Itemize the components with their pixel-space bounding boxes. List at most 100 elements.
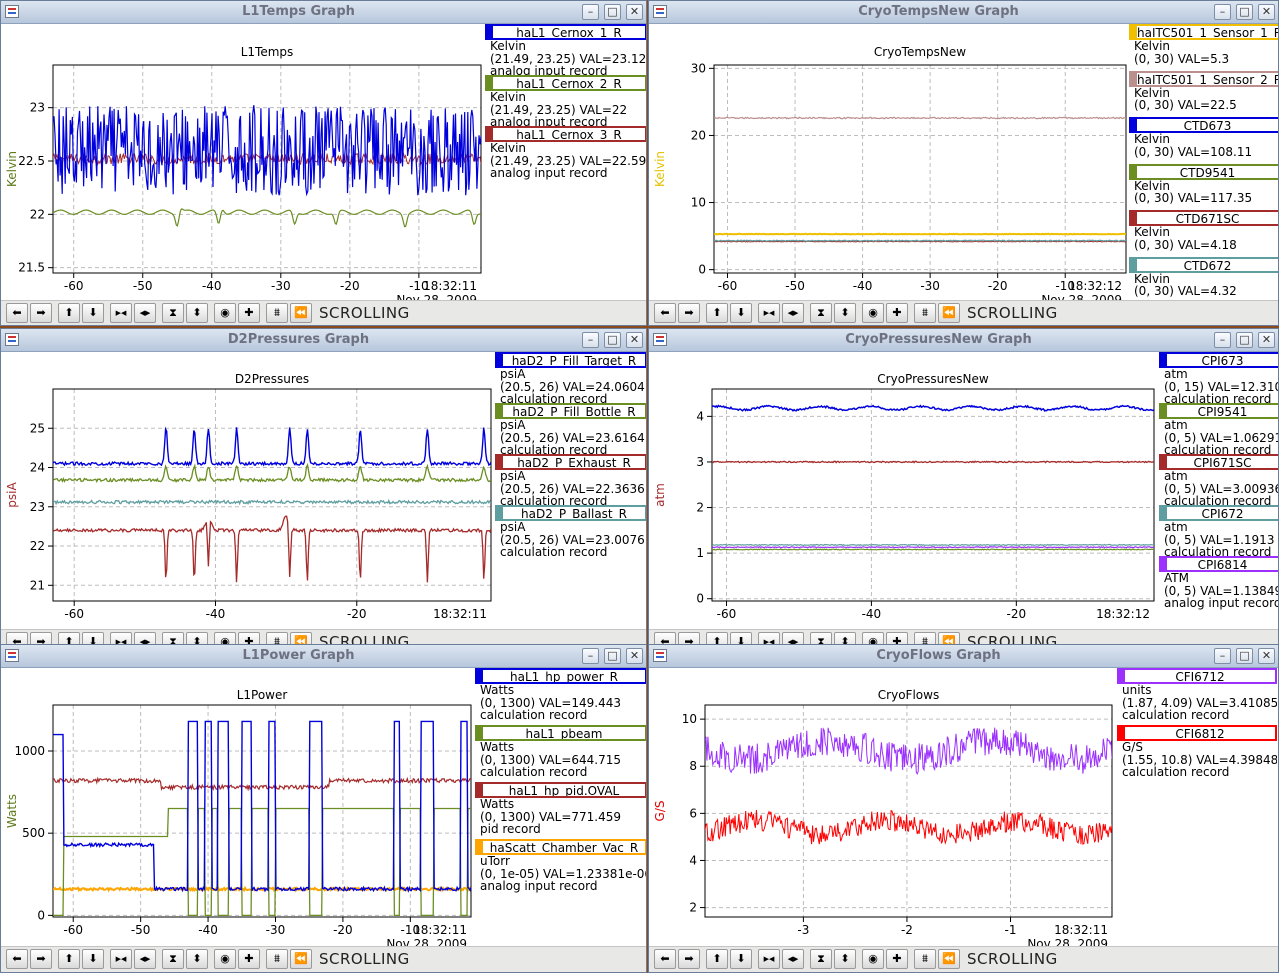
plot-area[interactable]: L1Temps-60 -50 -40 -30 -20 -102322.52221.518:… [1,23,485,301]
scrolling-mode-label[interactable]: SCROLLING [967,304,1058,322]
legend-item[interactable]: haL1_hp_power_R Watts (0, 1300) VAL=149.44… [475,668,646,725]
scrolling-mode-label[interactable]: SCROLLING [319,304,410,322]
legend-item[interactable]: CPI672 atm (0, 5) VAL=1.1913 calculation re… [1159,505,1278,558]
compress-vertical-icon[interactable]: ⧗ [162,303,184,323]
legend-item[interactable]: CFI6712 units (1.87, 4.09) VAL=3.41085 calc… [1117,668,1277,725]
window-titlebar[interactable]: D2Pressures Graph – □ ✕ [1,329,646,352]
legend-series-name[interactable]: haL1_pbeam [475,725,646,741]
legend-item[interactable]: CPI671SC atm (0, 5) VAL=3.00936 calculation… [1159,454,1278,507]
window-titlebar[interactable]: CryoTempsNew Graph – □ ✕ [649,1,1278,24]
legend-item[interactable]: CPI673 atm (0, 15) VAL=12.3107 calculation … [1159,352,1278,405]
legend-item[interactable]: haD2_P_Exhaust_R psiA (20.5, 26) VAL=22.36… [495,454,646,507]
compress-horizontal-icon[interactable]: ▶◀ [110,949,132,969]
graph-window[interactable]: CryoTempsNew Graph – □ ✕ CryoTempsNew -60 -50 -… [648,0,1279,326]
step-back-icon[interactable]: ⏪ [938,303,960,323]
legend-series-name[interactable]: CPI6814 [1159,556,1278,572]
app-graph-icon[interactable] [5,333,19,346]
close-icon[interactable]: ✕ [1258,648,1275,664]
window-titlebar[interactable]: CryoPressuresNew Graph – □ ✕ [649,329,1278,352]
legend-series-name[interactable]: haL1_Cernox_2_R [485,75,646,91]
close-icon[interactable]: ✕ [1258,332,1275,348]
legend-item[interactable]: haITC501_1_Sensor_2_R Kelvin (0, 30) VAL=2… [1129,70,1278,118]
arrow-down-icon[interactable]: ⬇ [730,949,752,969]
app-graph-icon[interactable] [5,5,19,18]
arrow-up-icon[interactable]: ⬆ [58,303,80,323]
window-titlebar[interactable]: L1Power Graph – □ ✕ [1,645,646,668]
window-titlebar[interactable]: CryoFlows Graph – □ ✕ [649,645,1278,668]
legend-series-name[interactable]: CTD671SC [1129,210,1278,226]
legend-item[interactable]: CFI6812 G/S (1.55, 10.8) VAL=4.39848 calcul… [1117,725,1277,782]
plot-area[interactable]: L1Power-60 -50 -40 -30 -20 -101000500018:32:1… [1,667,475,948]
compress-vertical-icon[interactable]: ⧗ [810,949,832,969]
arrow-left-icon[interactable]: ⬅ [6,949,28,969]
legend-series-name[interactable]: haD2_P_Fill_Bottle_R [495,403,646,419]
legend-item[interactable]: haL1_hp_pid.OVAL Watts (0, 1300) VAL=771.4… [475,782,646,839]
legend-item[interactable]: CTD671SC Kelvin (0, 30) VAL=4.18 [1129,210,1278,257]
legend-item[interactable]: CTD672 Kelvin (0, 30) VAL=4.32 [1129,256,1278,300]
legend-series-name[interactable]: haL1_hp_pid.OVAL [475,782,646,798]
arrow-up-icon[interactable]: ⬆ [706,949,728,969]
legend-series-name[interactable]: CTD9541 [1129,163,1278,180]
close-icon[interactable]: ✕ [626,648,643,664]
add-icon[interactable]: ✚ [238,303,260,323]
legend-series-name[interactable]: CPI673 [1159,352,1278,368]
graph-window[interactable]: CryoFlows Graph – □ ✕ CryoFlows -3 -2 -1 10 8 6 4 2 1… [648,644,1279,973]
plot-area[interactable]: D2Pressures-60-40-20252423222118:32:11No… [1,351,495,621]
window-titlebar[interactable]: L1Temps Graph – □ ✕ [1,1,646,24]
record-icon[interactable]: ◉ [862,303,884,323]
legend-series-name[interactable]: haITC501_1_Sensor_1_R [1129,24,1278,40]
legend-item[interactable]: CPI9541 atm (0, 5) VAL=1.06291 calculation … [1159,403,1278,456]
arrow-down-icon[interactable]: ⬇ [82,303,104,323]
arrow-right-icon[interactable]: ➡ [30,949,52,969]
plot-area[interactable]: CryoFlows-3 -2 -110864218:32:11Nov 28, 200… [649,667,1117,948]
minimize-icon[interactable]: – [582,648,599,664]
arrow-left-icon[interactable]: ⬅ [654,949,676,969]
plot-area[interactable]: CryoPressuresNew-60-40-204321018:32:12No… [649,351,1159,621]
legend-series-name[interactable]: haL1_hp_power_R [475,668,646,684]
legend-item[interactable]: haL1_Cernox_3_R Kelvin (21.49, 23.25) VAL=… [485,126,646,179]
close-icon[interactable]: ✕ [626,332,643,348]
legend-series-name[interactable]: haITC501_1_Sensor_2_R [1129,70,1278,87]
record-icon[interactable]: ◉ [214,303,236,323]
scrolling-mode-label[interactable]: SCROLLING [319,950,410,968]
step-back-icon[interactable]: ⏪ [290,949,312,969]
legend-item[interactable]: haL1_Cernox_1_R Kelvin (21.49, 23.25) VAL=… [485,24,646,77]
compress-horizontal-icon[interactable]: ▶◀ [110,303,132,323]
graph-window[interactable]: CryoPressuresNew Graph – □ ✕ CryoPressuresNe… [648,328,1279,646]
app-graph-icon[interactable] [653,649,667,662]
record-icon[interactable]: ◉ [862,949,884,969]
minimize-icon[interactable]: – [1214,332,1231,348]
arrow-up-icon[interactable]: ⬆ [58,949,80,969]
compress-horizontal-icon[interactable]: ▶◀ [758,303,780,323]
legend-item[interactable]: haScatt_Chamber_Vac_R uTorr (0, 1e-05) VAL… [475,839,646,896]
legend-item[interactable]: haD2_P_Fill_Bottle_R psiA (20.5, 26) VAL=2… [495,403,646,456]
add-icon[interactable]: ✚ [886,303,908,323]
compress-vertical-icon[interactable]: ⧗ [162,949,184,969]
legend-series-name[interactable]: haL1_Cernox_1_R [485,24,646,40]
arrow-right-icon[interactable]: ➡ [678,949,700,969]
legend-series-name[interactable]: CFI6812 [1117,725,1277,741]
autoscale-icon[interactable]: ⩩ [914,949,936,969]
record-icon[interactable]: ◉ [214,949,236,969]
graph-window[interactable]: L1Temps Graph – □ ✕ L1Temps -60 -50 -40 -30 -20 -1… [0,0,647,326]
expand-horizontal-icon[interactable]: ◀▶ [782,949,804,969]
maximize-icon[interactable]: □ [604,332,621,348]
step-back-icon[interactable]: ⏪ [938,949,960,969]
legend-series-name[interactable]: CPI671SC [1159,454,1278,470]
autoscale-icon[interactable]: ⩩ [914,303,936,323]
scrolling-mode-label[interactable]: SCROLLING [967,950,1058,968]
step-back-icon[interactable]: ⏪ [290,303,312,323]
minimize-icon[interactable]: – [1214,4,1231,20]
legend-item[interactable]: haD2_P_Fill_Target_R psiA (20.5, 26) VAL=2… [495,352,646,405]
app-graph-icon[interactable] [653,333,667,346]
close-icon[interactable]: ✕ [626,4,643,20]
expand-horizontal-icon[interactable]: ◀▶ [782,303,804,323]
compress-horizontal-icon[interactable]: ▶◀ [758,949,780,969]
maximize-icon[interactable]: □ [604,648,621,664]
legend-series-name[interactable]: haL1_Cernox_3_R [485,126,646,142]
legend-series-name[interactable]: haD2_P_Exhaust_R [495,454,646,470]
maximize-icon[interactable]: □ [604,4,621,20]
close-icon[interactable]: ✕ [1258,4,1275,20]
graph-window[interactable]: L1Power Graph – □ ✕ L1Power -60 -50 -40 -30 -20 -1… [0,644,647,973]
legend-item[interactable]: haL1_pbeam Watts (0, 1300) VAL=644.715 calc… [475,725,646,782]
